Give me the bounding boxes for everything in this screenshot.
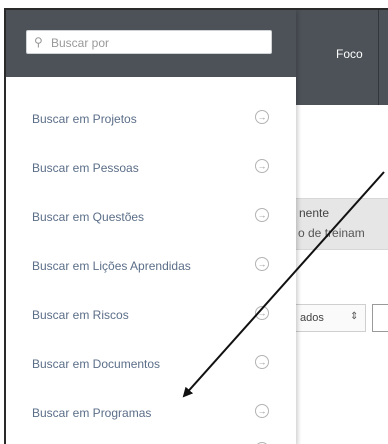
arrow-right-circle-icon[interactable]: → xyxy=(255,355,269,369)
menu-item-programas[interactable]: Buscar em Programas → xyxy=(32,403,288,427)
menu-item-label: Buscar em Programas xyxy=(32,406,152,420)
menu-item-licoes-aprendidas[interactable]: Buscar em Lições Aprendidas → xyxy=(32,256,288,280)
menu-item-riscos[interactable]: Buscar em Riscos → xyxy=(32,305,288,329)
menu-item-label: Buscar em Pessoas xyxy=(32,161,139,175)
tab-foco[interactable]: Foco xyxy=(336,47,363,61)
app-frame: Foco nente o de treinam ados ⇕ ⚲ Buscar … xyxy=(4,8,388,444)
search-input[interactable]: ⚲ Buscar por xyxy=(26,30,272,54)
menu-item-questoes[interactable]: Buscar em Questões → xyxy=(32,207,288,231)
menu-item-documentos[interactable]: Buscar em Documentos → xyxy=(32,354,288,378)
menu-item-projetos[interactable]: Buscar em Projetos → xyxy=(32,109,288,133)
menu-item-label: Buscar em Lições Aprendidas xyxy=(32,259,191,273)
arrow-right-circle-icon[interactable]: → xyxy=(255,159,269,173)
app-topbar: Foco xyxy=(296,10,388,105)
menu-item-pessoas[interactable]: Buscar em Pessoas → xyxy=(32,158,288,182)
topbar-divider xyxy=(378,10,379,105)
search-icon: ⚲ xyxy=(34,35,43,49)
arrow-right-circle-icon[interactable]: → xyxy=(255,404,269,418)
band-text-line-1: nente xyxy=(299,206,330,220)
background-filter-row: ados ⇕ xyxy=(296,300,388,334)
arrow-right-circle-icon[interactable]: → xyxy=(255,110,269,124)
filter-select-value: ados xyxy=(300,312,324,324)
filter-input[interactable] xyxy=(372,304,388,332)
search-bar: ⚲ Buscar por xyxy=(6,10,296,77)
arrow-right-circle-icon[interactable]: → xyxy=(255,257,269,271)
search-drawer: ⚲ Buscar por Buscar em Projetos → Buscar… xyxy=(6,10,296,444)
filter-select[interactable]: ados ⇕ xyxy=(296,304,366,332)
menu-item-label: Buscar em Questões xyxy=(32,210,145,224)
arrow-right-circle-icon[interactable]: → xyxy=(255,306,269,320)
band-text-line-2: o de treinam xyxy=(298,226,365,240)
select-arrows-icon: ⇕ xyxy=(350,311,359,322)
menu-item-label: Buscar em Riscos xyxy=(32,308,129,322)
arrow-right-circle-icon[interactable]: → xyxy=(255,208,269,222)
menu-item-label: Buscar em Projetos xyxy=(32,112,137,126)
search-placeholder: Buscar por xyxy=(51,36,110,50)
background-content-band: nente o de treinam xyxy=(296,198,388,250)
menu-item-label: Buscar em Documentos xyxy=(32,357,161,371)
